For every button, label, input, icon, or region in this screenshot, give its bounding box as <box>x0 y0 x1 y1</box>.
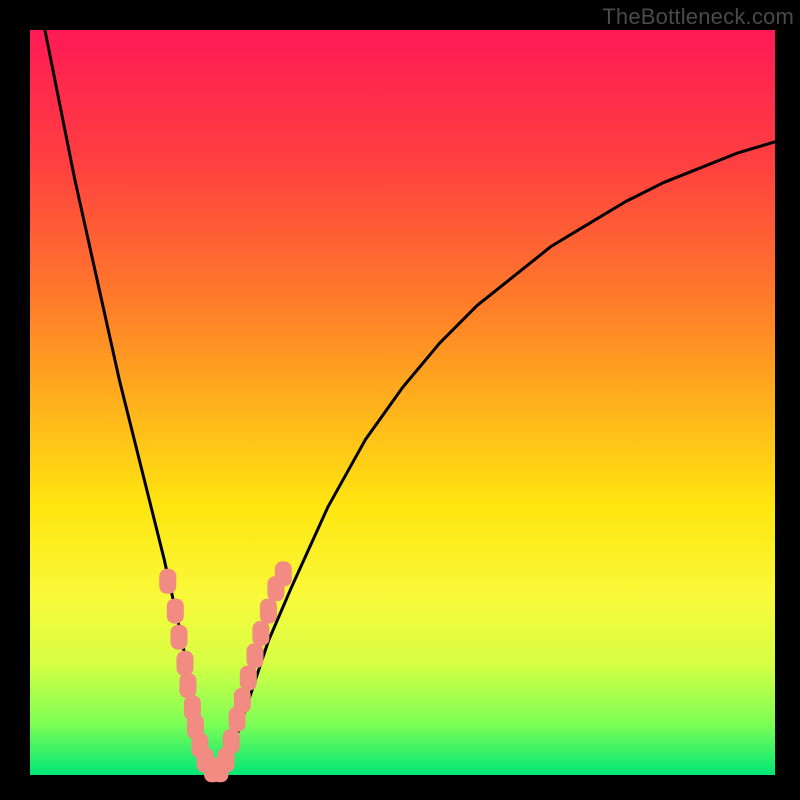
watermark-text: TheBottleneck.com <box>602 4 794 30</box>
plot-area <box>30 30 775 775</box>
chart-frame: TheBottleneck.com <box>0 0 800 800</box>
